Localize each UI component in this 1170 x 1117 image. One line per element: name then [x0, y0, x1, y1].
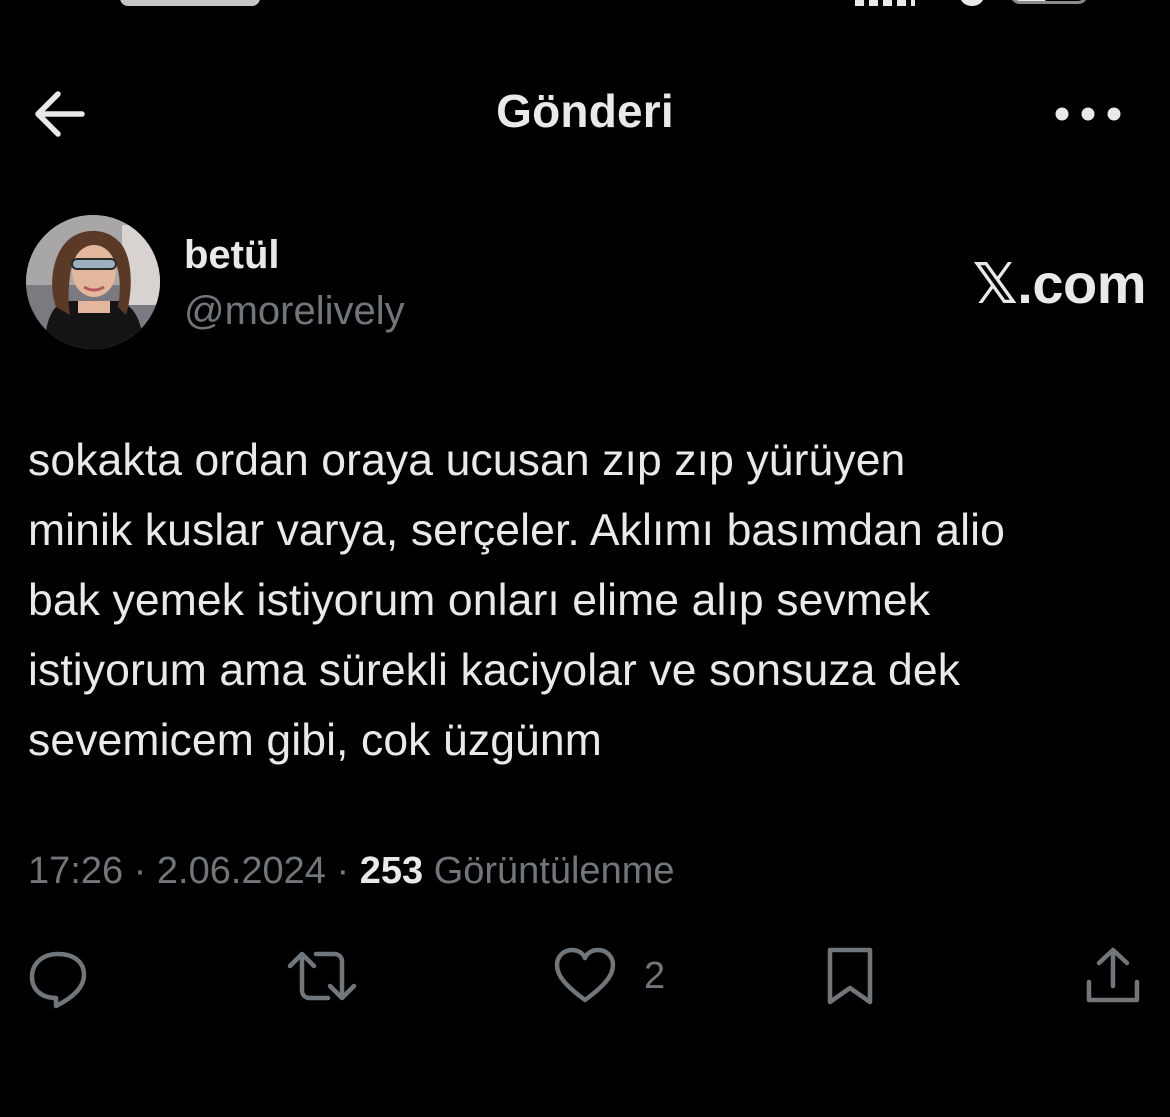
repost-button[interactable] [286, 940, 358, 1012]
more-options-button[interactable] [1048, 86, 1128, 142]
avatar[interactable] [26, 215, 160, 349]
display-name[interactable]: betül [184, 233, 280, 278]
meta-separator: · [325, 850, 360, 892]
wifi-icon [960, 0, 984, 6]
status-bar-clock [120, 0, 260, 6]
tweet-time: 17:26 [28, 850, 124, 892]
bookmark-button[interactable] [820, 940, 880, 1012]
like-count: 2 [644, 954, 666, 997]
x-logo-label: 𝕏.com [972, 252, 1147, 315]
tweet-text: sokakta ordan oraya ucusan zıp zıp yürüy… [28, 436, 1005, 765]
reply-icon [29, 951, 87, 1009]
bookmark-icon [827, 947, 873, 1005]
tweet-date: 2.06.2024 [156, 850, 326, 892]
tweet-author: betül @morelively 𝕏.com [26, 215, 1147, 355]
like-button[interactable]: 2 [552, 940, 665, 1012]
views-count[interactable]: 253 [360, 850, 423, 892]
reply-button[interactable] [26, 940, 90, 1012]
cellular-signal-icon [855, 0, 915, 6]
status-bar [0, 0, 1170, 10]
page-title: Gönderi [496, 85, 674, 137]
heart-icon [554, 947, 616, 1003]
more-horizontal-icon [1055, 107, 1121, 121]
battery-icon [1010, 0, 1088, 4]
views-label[interactable]: Görüntülenme [434, 850, 675, 892]
share-icon [1086, 947, 1140, 1003]
user-handle[interactable]: @morelively [184, 289, 405, 334]
action-bar: 2 [0, 940, 1170, 1020]
meta-separator: · [123, 850, 157, 892]
profile-photo [26, 215, 160, 349]
tweet-meta: 17:26 · 2.06.2024 · 253 Görüntülenme [28, 850, 675, 893]
repost-icon [287, 951, 357, 1001]
top-navigation-bar: Gönderi [0, 60, 1170, 170]
share-button[interactable] [1082, 940, 1144, 1012]
